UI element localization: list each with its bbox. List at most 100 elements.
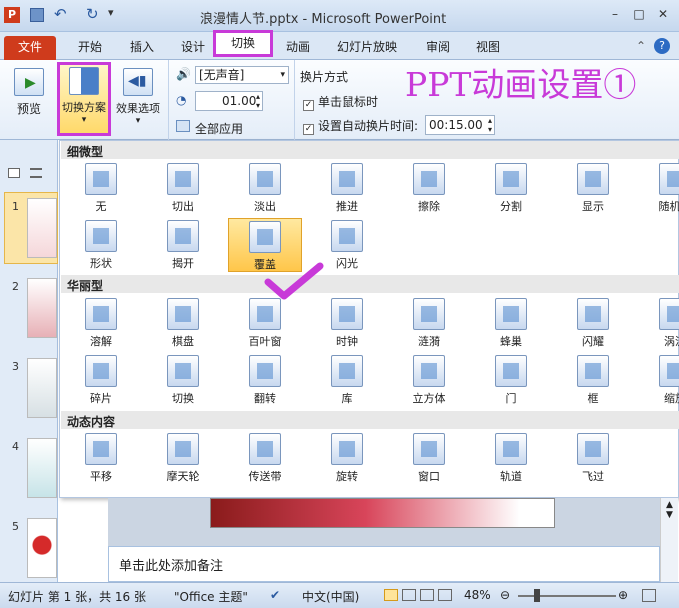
transition-option[interactable]: 门 (474, 353, 548, 407)
transition-option[interactable]: 旋转 (310, 431, 384, 485)
minimize-ribbon-icon[interactable]: ⌃ (636, 39, 646, 53)
transition-label: 显示 (582, 200, 604, 213)
transition-option[interactable]: 淡出 (228, 161, 302, 215)
transition-icon (249, 298, 281, 330)
transition-option[interactable]: 涡流 (638, 296, 679, 350)
undo-icon[interactable]: ↶ (54, 5, 67, 23)
slide-thumbnail[interactable] (27, 278, 57, 338)
slide-thumbnail[interactable] (27, 438, 57, 498)
transition-icon (167, 163, 199, 195)
transition-option[interactable]: 擦除 (392, 161, 466, 215)
transition-option[interactable]: 分割 (474, 161, 548, 215)
customize-toolbar-icon[interactable]: ▾ (108, 6, 114, 19)
maximize-button[interactable]: □ (630, 6, 648, 22)
transition-option[interactable]: 溶解 (64, 296, 138, 350)
transition-option[interactable]: 百叶窗 (228, 296, 302, 350)
transition-option[interactable]: 碎片 (64, 353, 138, 407)
tab-animations[interactable]: 动画 (278, 36, 318, 60)
slides-tab-icon[interactable] (8, 168, 20, 178)
transition-gallery: 细微型 华丽型 动态内容 无切出淡出推进擦除分割显示随机线形状揭开覆盖闪光溶解棋… (59, 140, 679, 498)
transition-option[interactable]: 棋盘 (146, 296, 220, 350)
save-icon[interactable] (30, 8, 44, 22)
transition-label: 立方体 (412, 392, 446, 405)
outline-tab-icon[interactable] (30, 168, 42, 178)
transition-icon (249, 355, 281, 387)
transition-icon (331, 433, 363, 465)
transition-option[interactable]: 蜂巢 (474, 296, 548, 350)
transition-option[interactable]: 时钟 (310, 296, 384, 350)
tab-view[interactable]: 视图 (468, 36, 508, 60)
tab-slideshow[interactable]: 幻灯片放映 (330, 36, 404, 60)
transition-scheme-button[interactable]: 切换方案 ▾ (57, 62, 111, 136)
transition-option[interactable]: 立方体 (392, 353, 466, 407)
preview-button[interactable]: ▶ 预览 (4, 66, 54, 128)
transition-option[interactable]: 飞过 (556, 431, 630, 485)
transition-option[interactable]: 摩天轮 (146, 431, 220, 485)
transition-option[interactable]: 翻转 (228, 353, 302, 407)
transition-option[interactable]: 揭开 (146, 218, 220, 272)
transition-option[interactable]: 形状 (64, 218, 138, 272)
window-title: 浪漫情人节.pptx - Microsoft PowerPoint (200, 12, 447, 27)
zoom-out-icon[interactable]: ⊖ (500, 588, 510, 602)
scroll-up-icon[interactable]: ▲ (661, 500, 678, 510)
scroll-down-icon[interactable]: ▼ (661, 510, 678, 520)
transition-option[interactable]: 缩放 (638, 353, 679, 407)
zoom-in-icon[interactable]: ⊕ (618, 588, 628, 602)
spellcheck-icon[interactable]: ✔ (270, 588, 280, 602)
slide-thumbnail[interactable] (27, 518, 57, 578)
transition-option[interactable]: 框 (556, 353, 630, 407)
help-icon[interactable]: ? (654, 38, 670, 54)
slideshow-view-icon[interactable] (438, 589, 452, 601)
fit-to-window-icon[interactable] (642, 589, 656, 602)
zoom-slider[interactable] (518, 595, 616, 597)
tab-design[interactable]: 设计 (173, 36, 213, 60)
transition-option[interactable]: 轨道 (474, 431, 548, 485)
transition-option[interactable]: 涟漪 (392, 296, 466, 350)
slide-thumbnail[interactable] (27, 198, 57, 258)
normal-view-icon[interactable] (384, 589, 398, 601)
transition-option[interactable]: 闪耀 (556, 296, 630, 350)
on-click-checkbox[interactable]: ✓ 单击鼠标时 (303, 93, 378, 111)
transition-icon (331, 163, 363, 195)
tab-insert[interactable]: 插入 (122, 36, 162, 60)
language-indicator[interactable]: 中文(中国) (302, 588, 359, 605)
transition-option[interactable]: 无 (64, 161, 138, 215)
vertical-scrollbar[interactable]: ▲ ▼ (660, 498, 678, 582)
transition-option[interactable]: 传送带 (228, 431, 302, 485)
transition-icon (249, 433, 281, 465)
transition-label: 随机线 (658, 200, 679, 213)
transition-option[interactable]: 显示 (556, 161, 630, 215)
reading-view-icon[interactable] (420, 589, 434, 601)
tab-home[interactable]: 开始 (70, 36, 110, 60)
transition-icon (85, 355, 117, 387)
transition-option[interactable]: 随机线 (638, 161, 679, 215)
minimize-button[interactable]: – (606, 6, 624, 22)
current-slide[interactable] (210, 498, 555, 528)
after-time-checkbox[interactable]: ✓ 设置自动换片时间: (303, 117, 418, 135)
close-button[interactable]: ✕ (654, 6, 672, 22)
tab-file[interactable]: 文件 (4, 36, 56, 60)
apply-all-button[interactable]: 全部应用 (195, 120, 243, 137)
slide-thumbnail[interactable] (27, 358, 57, 418)
notes-pane[interactable]: 单击此处添加备注 (108, 546, 660, 582)
tab-transitions[interactable]: 切换 (213, 30, 273, 57)
transition-option[interactable]: 推进 (310, 161, 384, 215)
effect-options-button[interactable]: ◀▮ 效果选项 ▾ (112, 66, 164, 128)
transition-option[interactable]: 切换 (146, 353, 220, 407)
after-time-spinner[interactable]: 00:15.00 ▴ ▾ (425, 115, 495, 135)
zoom-level[interactable]: 48% (464, 588, 491, 602)
slide-sorter-icon[interactable] (402, 589, 416, 601)
transition-label: 切换 (172, 392, 194, 405)
transition-label: 溶解 (90, 335, 112, 348)
sound-select[interactable]: [无声音] ▾ (195, 66, 289, 84)
zoom-slider-thumb[interactable] (534, 589, 540, 602)
redo-icon[interactable]: ↻ (86, 5, 99, 23)
transition-icon (577, 298, 609, 330)
transition-option[interactable]: 库 (310, 353, 384, 407)
transition-icon (495, 163, 527, 195)
transition-option[interactable]: 平移 (64, 431, 138, 485)
transition-option[interactable]: 窗口 (392, 431, 466, 485)
tab-review[interactable]: 审阅 (418, 36, 458, 60)
transition-option[interactable]: 切出 (146, 161, 220, 215)
duration-spinner[interactable]: 01.00 ▴ ▾ (195, 91, 263, 111)
